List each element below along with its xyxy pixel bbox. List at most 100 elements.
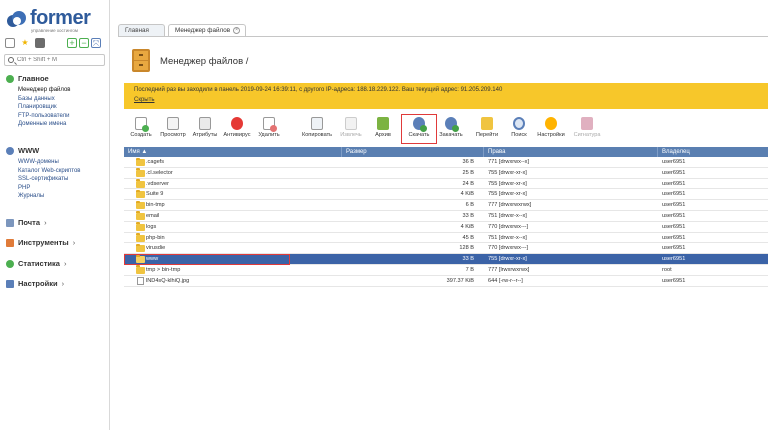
- attributes-button[interactable]: Атрибуты: [188, 115, 222, 143]
- table-row[interactable]: logs 4 KiB 770 [drwxrwx---] user6951: [124, 222, 768, 233]
- sidebar-group-title: Статистика: [18, 259, 60, 268]
- archive-button[interactable]: Архив: [366, 115, 400, 143]
- file-rights: 751 [drwxr-x--x]: [488, 234, 527, 241]
- pin-icon[interactable]: ⤧: [91, 38, 101, 48]
- tab-file-manager[interactable]: Менеджер файлов ×: [168, 24, 246, 36]
- sidebar-group-header[interactable]: WWW: [6, 146, 106, 156]
- copy-button[interactable]: Копировать: [300, 115, 334, 143]
- notice-hide-link[interactable]: Скрыть: [134, 97, 154, 103]
- sidebar-item-php[interactable]: PHP: [18, 184, 106, 193]
- table-row[interactable]: .cagefs 36 B 771 [drwxrwx--x] user6951: [124, 157, 768, 168]
- file-rights: 751 [drwxr-x--x]: [488, 212, 527, 219]
- sidebar-item-databases[interactable]: Базы данных: [18, 95, 106, 104]
- sidebar-item-web-scripts[interactable]: Каталог Web-скриптов: [18, 167, 106, 176]
- sidebar-item-ftp-users[interactable]: FTP-пользователи: [18, 112, 106, 121]
- sidebar: former управление хостингом ★ + − ⤧ Глав…: [0, 0, 110, 430]
- star-icon[interactable]: ★: [20, 38, 30, 48]
- file-size: 45 B: [462, 234, 474, 241]
- chevron-right-icon: ›: [61, 279, 65, 288]
- delete-icon: [263, 117, 277, 132]
- antivirus-button[interactable]: Антивирус: [220, 115, 254, 143]
- table-row[interactable]: lND4sQ-klhiQ.jpg 397.37 KiB 644 [-rw-r--r-…: [124, 276, 768, 287]
- expand-all-icon[interactable]: +: [67, 38, 77, 48]
- view-icon: [167, 117, 179, 130]
- table-row[interactable]: bin-tmp 6 B 777 [drwxrwxrwx] user6951: [124, 200, 768, 211]
- file-owner: user6951: [662, 212, 686, 219]
- sidebar-group-title: WWW: [18, 146, 40, 155]
- search-button[interactable]: Поиск: [502, 115, 536, 143]
- table-row[interactable]: .cl.selector 25 B 755 [drwxr-xr-x] user6951: [124, 168, 768, 179]
- file-size: 6 B: [465, 202, 474, 209]
- logo[interactable]: former управление хостингом: [6, 6, 106, 33]
- table-row[interactable]: virusdie 128 B 770 [drwxrwx---] user6951: [124, 243, 768, 255]
- archive-icon: [377, 117, 389, 130]
- search-icon: [8, 57, 14, 63]
- file-rights: 770 [drwxrwx---]: [488, 245, 529, 252]
- table-row[interactable]: php-bin 45 B 751 [drwxr-x--x] user6951: [124, 233, 768, 244]
- sidebar-group-stats[interactable]: Статистика ›: [6, 259, 106, 269]
- layout-icon[interactable]: [5, 38, 15, 48]
- sidebar-item-scheduler[interactable]: Планировщик: [18, 103, 106, 112]
- sidebar-group-www: WWW WWW-домены Каталог Web-скриптов SSL-…: [6, 146, 106, 201]
- brand-name: former: [30, 7, 91, 29]
- tab-label: Менеджер файлов: [175, 27, 231, 34]
- sidebar-group-tools[interactable]: Инструменты ›: [6, 238, 106, 248]
- file-rights: 755 [drwxr-xr-x]: [488, 256, 527, 263]
- table-row[interactable]: www 33 B 755 [drwxr-xr-x] user6951: [124, 254, 768, 266]
- chevron-right-icon: ›: [44, 218, 47, 227]
- sidebar-item-ssl[interactable]: SSL-сертификаты: [18, 175, 106, 184]
- table-row[interactable]: Suite 9 4 KiB 755 [drwxr-xr-x] user6951: [124, 189, 768, 201]
- home-icon: [6, 75, 14, 83]
- upload-button[interactable]: Закачать: [434, 115, 468, 143]
- column-header-size[interactable]: Размер: [342, 147, 484, 157]
- file-size: 24 B: [462, 180, 474, 187]
- file-owner: root: [662, 266, 672, 273]
- settings-button[interactable]: Настройки: [534, 115, 568, 143]
- signature-button[interactable]: Сигнатура: [570, 115, 604, 143]
- table-row[interactable]: email 33 B 751 [drwxr-x--x] user6951: [124, 211, 768, 222]
- sidebar-group-title: Почта: [18, 218, 40, 227]
- delete-button[interactable]: Удалить: [252, 115, 286, 143]
- column-header-rights[interactable]: Права: [484, 147, 658, 157]
- create-button[interactable]: Создать: [124, 115, 158, 143]
- file-name: .cl.selector: [146, 169, 173, 176]
- file-owner: user6951: [662, 234, 686, 241]
- sidebar-group-mail[interactable]: Почта ›: [6, 218, 106, 228]
- toolbar-label: Удалить: [258, 132, 280, 138]
- sidebar-item-domains[interactable]: Доменные имена: [18, 120, 106, 129]
- sidebar-item-logs[interactable]: Журналы: [18, 192, 106, 201]
- sidebar-group-settings[interactable]: Настройки ›: [6, 279, 106, 289]
- close-icon[interactable]: ×: [233, 26, 241, 34]
- sidebar-item-file-manager[interactable]: Менеджер файлов: [18, 86, 106, 95]
- table-body: .cagefs 36 B 771 [drwxrwx--x] user6951 .cl.s…: [124, 157, 768, 287]
- file-size: 4 KiB: [460, 223, 474, 230]
- sidebar-group-header[interactable]: Главное: [6, 74, 106, 84]
- camera-icon[interactable]: [35, 38, 45, 48]
- column-header-owner[interactable]: Владелец: [658, 147, 768, 157]
- file-name: email: [146, 212, 160, 219]
- search-input[interactable]: [17, 56, 103, 64]
- file-size: 36 B: [462, 159, 474, 165]
- table-header: Имя ▲ Размер Права Владелец: [124, 147, 768, 157]
- mail-icon: [6, 219, 14, 227]
- table-row[interactable]: .vdserver 24 B 755 [drwxr-xr-x] user6951: [124, 179, 768, 190]
- collapse-all-icon[interactable]: −: [79, 38, 89, 48]
- menu-search[interactable]: [4, 54, 105, 66]
- extract-button[interactable]: Извлечь: [334, 115, 368, 143]
- file-size: 33 B: [462, 256, 474, 263]
- file-rights: 771 [drwxrwx--x]: [488, 159, 530, 165]
- sidebar-item-www-domains[interactable]: WWW-домены: [18, 158, 106, 167]
- file-rights: 777 [drwxrwxrwx]: [488, 202, 532, 209]
- table-row[interactable]: tmp > bin-tmp 7 B 777 [lrwxrwxrwx] root: [124, 265, 768, 276]
- brand-tagline: управление хостингом: [31, 28, 79, 33]
- view-button[interactable]: Просмотр: [156, 115, 190, 143]
- download-icon: [413, 117, 427, 132]
- file-rights: 755 [drwxr-xr-x]: [488, 191, 527, 198]
- file-owner: user6951: [662, 277, 686, 284]
- download-button[interactable]: Скачать: [401, 114, 437, 144]
- page-title: Менеджер файлов /: [160, 56, 249, 67]
- goto-button[interactable]: Перейти: [470, 115, 504, 143]
- antivirus-icon: [231, 117, 243, 130]
- tab-home[interactable]: Главная: [118, 24, 165, 36]
- column-header-name[interactable]: Имя ▲: [124, 147, 342, 157]
